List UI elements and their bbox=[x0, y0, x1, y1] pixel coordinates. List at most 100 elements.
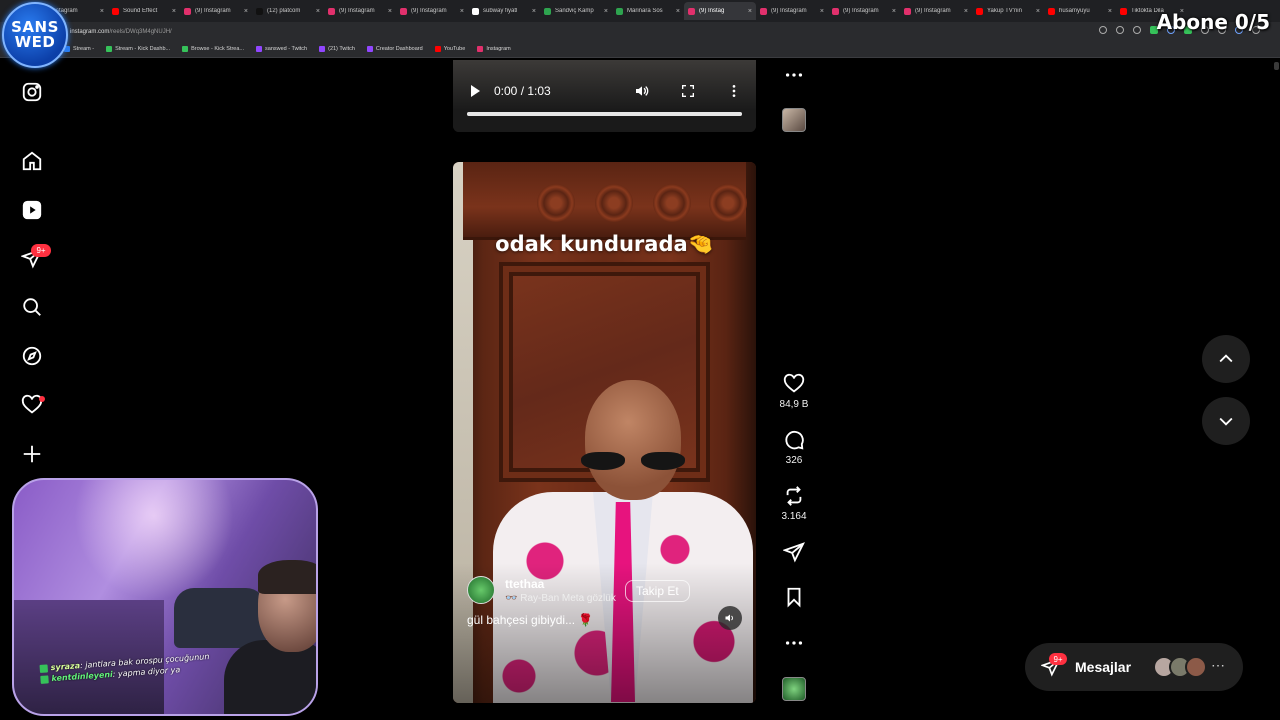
bookmark-favicon-icon bbox=[366, 46, 373, 52]
bookmark-item[interactable]: sanswed - Twitch bbox=[256, 46, 307, 52]
bookmark-label: YouTube bbox=[443, 46, 466, 52]
tab-close-icon[interactable]: × bbox=[172, 8, 176, 15]
tab-favicon-icon bbox=[112, 7, 119, 15]
search-icon[interactable] bbox=[20, 295, 44, 319]
notifications-dot bbox=[39, 396, 45, 402]
create-plus-icon[interactable] bbox=[20, 442, 44, 466]
mute-button[interactable] bbox=[718, 606, 742, 630]
bookmark-item[interactable]: Creator Dashboard bbox=[366, 46, 423, 52]
browser-tab[interactable]: (9) Instagram × bbox=[324, 2, 396, 20]
bookmark-item[interactable]: Instagram bbox=[477, 46, 511, 52]
kick-icon bbox=[40, 674, 49, 684]
tab-close-icon[interactable]: × bbox=[460, 8, 464, 15]
tab-close-icon[interactable]: × bbox=[748, 8, 752, 15]
tab-close-icon[interactable]: × bbox=[892, 8, 896, 15]
tab-favicon-icon bbox=[328, 7, 335, 15]
share-button[interactable] bbox=[776, 541, 812, 563]
reel-author[interactable]: ttethaa 👓 Ray-Ban Meta gözlük bbox=[467, 576, 616, 604]
bookmark-item[interactable]: (21) Twitch bbox=[319, 46, 355, 52]
tab-close-icon[interactable]: × bbox=[676, 8, 680, 15]
save-button[interactable] bbox=[776, 586, 812, 608]
more-horizontal-icon bbox=[785, 641, 803, 645]
like-button[interactable]: 84,9 B bbox=[776, 373, 812, 410]
browser-tab[interactable]: Sound Effect × bbox=[108, 2, 180, 20]
previous-reel-button[interactable] bbox=[1202, 335, 1250, 383]
tab-close-icon[interactable]: × bbox=[964, 8, 968, 15]
browser-tab[interactable]: subway fiyatl × bbox=[468, 2, 540, 20]
bookmark-favicon-icon bbox=[477, 46, 484, 52]
tab-close-icon[interactable]: × bbox=[100, 8, 104, 15]
kick-icon bbox=[39, 663, 49, 673]
author-avatar[interactable] bbox=[467, 576, 495, 604]
tab-close-icon[interactable]: × bbox=[1108, 8, 1112, 15]
fullscreen-icon[interactable] bbox=[680, 83, 696, 99]
bookmark-star-icon[interactable] bbox=[1133, 26, 1141, 34]
comment-button[interactable]: 326 bbox=[776, 429, 812, 466]
tab-close-icon[interactable]: × bbox=[316, 8, 320, 15]
bookmark-item[interactable]: Stream - Kick Dashb... bbox=[106, 46, 170, 52]
bookmark-label: sanswed - Twitch bbox=[265, 46, 308, 52]
previous-video-player[interactable]: 0:00 / 1:03 bbox=[453, 60, 756, 132]
tab-close-icon[interactable]: × bbox=[532, 8, 536, 15]
reels-icon[interactable] bbox=[20, 198, 44, 222]
bookmark-label: Instagram bbox=[486, 46, 511, 52]
home-icon[interactable] bbox=[20, 149, 44, 173]
bookmark-label: (21) Twitch bbox=[328, 46, 355, 52]
reel-video[interactable]: odak kundurada🤏 ttethaa 👓 Ray-Ban Meta g… bbox=[453, 162, 756, 703]
explore-icon[interactable] bbox=[20, 344, 44, 368]
messages-button[interactable]: 9+ Mesajlar ⋯ bbox=[1025, 643, 1243, 691]
instagram-logo-icon[interactable] bbox=[20, 80, 44, 104]
browser-tab[interactable]: (12) platcom × bbox=[252, 2, 324, 20]
browser-tab[interactable]: (9) Instagram × bbox=[180, 2, 252, 20]
volume-icon[interactable] bbox=[634, 83, 650, 99]
tab-title: subway fiyatl bbox=[483, 8, 518, 14]
browser-tab[interactable]: husamyuyu × bbox=[1044, 2, 1116, 20]
avatar bbox=[1185, 656, 1207, 678]
author-subtitle[interactable]: 👓 Ray-Ban Meta gözlük bbox=[505, 593, 616, 604]
more-button[interactable] bbox=[776, 632, 812, 654]
tab-close-icon[interactable]: × bbox=[604, 8, 608, 15]
zoom-icon[interactable] bbox=[1099, 26, 1107, 34]
repost-count: 3.164 bbox=[781, 511, 807, 522]
repost-button[interactable]: 3.164 bbox=[776, 485, 812, 522]
more-horizontal-icon[interactable]: ⋯ bbox=[1211, 657, 1225, 674]
tab-close-icon[interactable]: × bbox=[1036, 8, 1040, 15]
browser-tab[interactable]: (9) Instagram × bbox=[396, 2, 468, 20]
browser-tab[interactable]: (9) Instag × bbox=[684, 2, 756, 20]
send-icon bbox=[783, 542, 805, 563]
message-avatars bbox=[1153, 656, 1207, 678]
bookmark-item[interactable]: YouTube bbox=[434, 46, 466, 52]
messages-badge: 9+ bbox=[1049, 653, 1067, 665]
comment-count: 326 bbox=[785, 455, 803, 466]
play-icon[interactable] bbox=[471, 85, 480, 97]
audio-thumbnail[interactable] bbox=[782, 677, 806, 701]
address-bar[interactable]: instagram.com/reels/DWq3M4gNUJH/ bbox=[0, 22, 1280, 41]
browser-tab[interactable]: (9) Instagram × bbox=[828, 2, 900, 20]
install-icon[interactable] bbox=[1116, 26, 1124, 34]
browser-tab[interactable]: Marinara Sos × bbox=[612, 2, 684, 20]
next-reel-button[interactable] bbox=[1202, 397, 1250, 445]
bookmark-item[interactable]: Stream - bbox=[64, 46, 94, 52]
page-scrollbar[interactable] bbox=[1274, 62, 1279, 70]
browser-tab[interactable]: (9) Instagram × bbox=[756, 2, 828, 20]
browser-tab[interactable]: Yakup TV'nin × bbox=[972, 2, 1044, 20]
more-options-icon[interactable] bbox=[726, 83, 742, 99]
prev-audio-thumbnail[interactable] bbox=[782, 108, 806, 132]
tab-title: (9) Instagram bbox=[411, 8, 447, 14]
browser-tab[interactable]: Sandviç Kamp × bbox=[540, 2, 612, 20]
follow-button[interactable]: Takip Et bbox=[625, 580, 690, 602]
video-progress-bar[interactable] bbox=[467, 112, 742, 116]
bookmark-icon bbox=[787, 587, 801, 608]
author-username[interactable]: ttethaa bbox=[505, 577, 616, 591]
tab-title: (9) Instag bbox=[699, 8, 725, 14]
reel-caption[interactable]: gül bahçesi gibiydi... 🌹 bbox=[467, 613, 593, 627]
browser-tab[interactable]: (9) Instagram × bbox=[900, 2, 972, 20]
like-count: 84,9 B bbox=[779, 399, 809, 410]
url-text[interactable]: instagram.com/reels/DWq3M4gNUJH/ bbox=[70, 29, 172, 35]
tab-close-icon[interactable]: × bbox=[244, 8, 248, 15]
bookmark-item[interactable]: Browse - Kick Strea... bbox=[182, 46, 244, 52]
bookmark-label: Stream - bbox=[73, 46, 95, 52]
prev-more-button[interactable] bbox=[776, 64, 812, 86]
tab-close-icon[interactable]: × bbox=[388, 8, 392, 15]
tab-close-icon[interactable]: × bbox=[820, 8, 824, 15]
